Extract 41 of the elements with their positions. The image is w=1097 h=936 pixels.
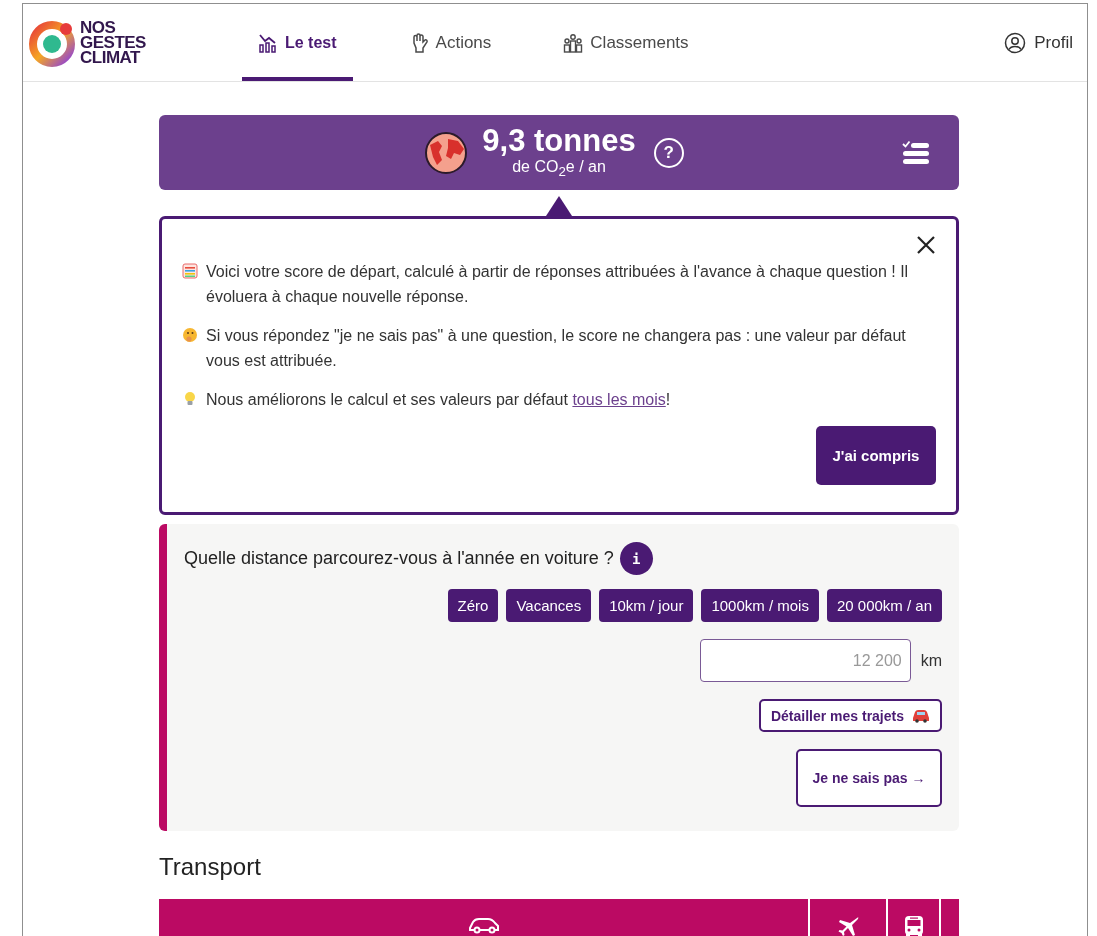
logo-text: NOS GESTES CLIMAT <box>80 20 146 65</box>
suggestion-button[interactable]: 20 000km / an <box>826 589 942 622</box>
list-emoji-icon <box>182 263 198 279</box>
notice-text: Si vous répondez "je ne sais pas" à une question, le score ne changera pas : une valeur par défaut vous est attribuée. <box>206 326 907 371</box>
category-tab[interactable] <box>888 899 939 936</box>
people-icon <box>563 32 584 53</box>
unit-label: km <box>920 651 942 670</box>
thinking-emoji-icon <box>182 327 198 343</box>
notice-text: Nous améliorons le calcul et ses valeurs par défaut tous les mois! <box>206 390 671 410</box>
checklist-icon[interactable] <box>901 140 931 166</box>
info-button[interactable]: i <box>619 542 653 575</box>
car-icon <box>467 915 500 935</box>
airplane-icon <box>836 915 860 936</box>
chart-icon <box>258 32 278 53</box>
bus-icon <box>902 915 925 936</box>
nav-tab[interactable]: Le test <box>242 4 353 81</box>
section-title: Transport <box>159 853 262 881</box>
distance-field[interactable]: 12 200 <box>699 639 911 682</box>
user-icon <box>1004 31 1027 54</box>
lightbulb-icon <box>182 391 198 407</box>
globe-icon <box>424 130 469 175</box>
nav-tab[interactable]: Actions <box>392 4 508 81</box>
confirm-button[interactable]: J'ai compris <box>816 426 936 485</box>
score-value: 9,3 tonnes <box>482 123 636 158</box>
suggestion-button[interactable]: Zéro <box>447 589 499 622</box>
logo-icon <box>28 18 76 67</box>
profile-link[interactable]: Profil <box>1004 4 1087 81</box>
suggestion-button[interactable]: Vacances <box>506 589 592 622</box>
category-tab[interactable] <box>810 899 886 936</box>
link[interactable]: tous les mois <box>572 391 666 408</box>
detail-trips-button[interactable]: Détailler mes trajets <box>758 699 942 732</box>
notice-text: Voici votre score de départ, calculé à partir de réponses attribuées à l'avance à chaque question ! Il évoluera à chaque nouvelle réponse. <box>206 262 910 307</box>
help-button[interactable]: ? <box>653 137 684 168</box>
suggestion-button[interactable]: 1000km / mois <box>701 589 819 622</box>
car-icon <box>912 708 930 723</box>
suggestion-button[interactable]: 10km / jour <box>599 589 694 622</box>
skip-button[interactable]: Je ne sais pas → <box>796 749 942 807</box>
close-icon[interactable] <box>916 235 936 255</box>
score-unit: de CO$_{2}$e / an <box>512 157 606 182</box>
question-text: Quelle distance parcourez-vous à l'année en voiture ? <box>184 548 614 569</box>
nav-tab[interactable]: Classements <box>547 4 705 81</box>
